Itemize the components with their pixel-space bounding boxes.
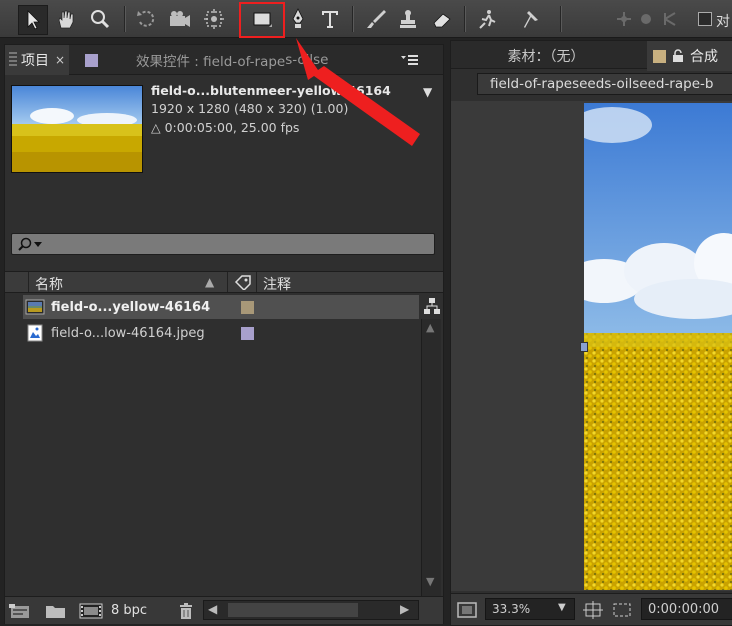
region-of-interest-icon[interactable]: [611, 601, 633, 619]
layer-handle[interactable]: [580, 342, 588, 352]
label-color-swatch[interactable]: [241, 300, 254, 314]
effects-swatch: [85, 53, 98, 67]
tab-effects-label: 效果控件 : field-of-rape: [136, 54, 286, 70]
timecode-field[interactable]: 0:00:00:00: [641, 598, 732, 620]
pan-behind-tool-icon[interactable]: [200, 5, 228, 33]
tab-project-label: 项目: [21, 53, 49, 69]
footage-name: field-o...blutenmeer-yellow-46164: [151, 83, 391, 98]
scroll-up-icon[interactable]: ▲: [426, 321, 434, 334]
extend-icon[interactable]: [656, 5, 684, 33]
project-panel: 项目 × 效果控件 : field-of-rape s-oilse field-…: [4, 44, 444, 624]
tab-comp-label: 合成: [690, 49, 718, 65]
zoom-dropdown-icon[interactable]: ▼: [558, 602, 566, 613]
trash-icon[interactable]: [177, 602, 195, 620]
project-item-name: field-o...yellow-46164: [51, 299, 211, 315]
tab-footage-label: 素材：（无）: [507, 49, 585, 65]
roto-brush-tool-icon[interactable]: [474, 5, 502, 33]
tab-composition[interactable]: 合成: [647, 41, 732, 71]
scroll-right-icon[interactable]: ▶: [400, 602, 409, 616]
name-column-header[interactable]: 名称: [35, 274, 63, 294]
hand-tool-icon[interactable]: [52, 5, 80, 33]
zoom-level-value: 33.3%: [492, 602, 531, 616]
dropdown-value: field-of-rapeseeds-oilseed-rape-b: [490, 76, 714, 92]
rectangle-tool-highlight: [239, 2, 285, 38]
always-preview-icon[interactable]: [457, 601, 477, 619]
comment-column-header[interactable]: 注释: [263, 274, 291, 294]
align-checkbox[interactable]: [698, 12, 712, 26]
project-bottom-bar: 8 bpc ◀ ▶: [5, 596, 443, 624]
tag-icon: [234, 275, 251, 290]
viewer-panel: 素材：（无） 合成 field-of-rapeseeds-oilseed-rap…: [450, 40, 732, 626]
rotation-tool-icon[interactable]: [132, 5, 160, 33]
footage-thumbnail: [11, 85, 143, 173]
label-color-swatch[interactable]: [241, 326, 254, 340]
selection-tool-icon[interactable]: [18, 5, 48, 35]
flowchart-icon[interactable]: [423, 297, 441, 315]
camera-tool-icon[interactable]: [166, 5, 194, 33]
label-column-header[interactable]: [5, 272, 29, 292]
new-composition-icon[interactable]: [79, 602, 103, 620]
interpret-footage-icon[interactable]: [9, 602, 33, 620]
footage-name-dropdown-icon[interactable]: ▼: [423, 85, 432, 99]
tab-effects-controls[interactable]: 效果控件 : field-of-rape s-oilse: [85, 45, 395, 75]
composition-icon: [25, 299, 45, 315]
project-item-row[interactable]: field-o...yellow-46164: [23, 295, 419, 319]
project-panel-tabs: 项目 × 效果控件 : field-of-rape s-oilse: [5, 45, 443, 75]
new-folder-icon[interactable]: [45, 602, 67, 620]
clone-stamp-tool-icon[interactable]: [394, 5, 422, 33]
search-icon: [18, 237, 42, 251]
project-horizontal-scrollbar[interactable]: ◀ ▶: [203, 600, 419, 620]
tab-close-icon[interactable]: ×: [55, 53, 65, 67]
pen-tool-icon[interactable]: [284, 5, 312, 33]
tab-effects-label-tail: s-oilse: [285, 52, 329, 68]
project-vertical-scrollbar[interactable]: ▲ ▼: [421, 319, 441, 597]
comp-swatch: [653, 49, 666, 63]
image-file-icon: [27, 324, 43, 342]
zoom-level-select[interactable]: 33.3% ▼: [485, 598, 575, 620]
timecode-value: 0:00:00:00: [648, 601, 720, 617]
scroll-left-icon[interactable]: ◀: [208, 602, 217, 616]
viewer-panel-tabs: 素材：（无） 合成: [451, 41, 732, 71]
tab-project[interactable]: 项目 ×: [5, 45, 69, 75]
viewer-bottom-bar: 33.3% ▼ 0:00:00:00: [451, 593, 732, 625]
sort-arrow-icon[interactable]: ▲: [205, 275, 214, 289]
project-item-row[interactable]: field-o...low-46164.jpeg: [23, 321, 419, 345]
project-column-header: 名称 ▲ 注释: [5, 271, 443, 293]
tab-footage[interactable]: 素材：（无）: [451, 41, 641, 71]
eraser-tool-icon[interactable]: [428, 5, 456, 33]
scroll-down-icon[interactable]: ▼: [426, 575, 434, 588]
project-search-input[interactable]: [11, 233, 435, 255]
footage-source-dropdown[interactable]: field-of-rapeseeds-oilseed-rape-b: [477, 73, 732, 95]
scroll-thumb[interactable]: [228, 603, 358, 617]
viewer-canvas[interactable]: [451, 101, 732, 591]
brush-tool-icon[interactable]: [362, 5, 390, 33]
panel-menu-icon[interactable]: [401, 53, 419, 67]
tag-column-header[interactable]: [227, 272, 257, 292]
type-tool-icon[interactable]: [316, 5, 344, 33]
footage-preview-image: [584, 103, 732, 590]
checkbox-label: 对: [716, 14, 730, 30]
footage-duration: △ 0:00:05:00, 25.00 fps: [151, 120, 300, 135]
grip-icon: [9, 52, 17, 68]
bit-depth-button[interactable]: 8 bpc: [111, 603, 147, 618]
lock-icon[interactable]: [672, 49, 684, 63]
toolbar: 对: [0, 0, 732, 38]
footage-dimensions: 1920 x 1280 (480 x 320) (1.00): [151, 101, 349, 116]
puppet-tool-icon[interactable]: [518, 5, 546, 33]
zoom-tool-icon[interactable]: [86, 5, 114, 33]
project-item-name: field-o...low-46164.jpeg: [51, 325, 205, 341]
resolution-grid-icon[interactable]: [583, 601, 603, 619]
